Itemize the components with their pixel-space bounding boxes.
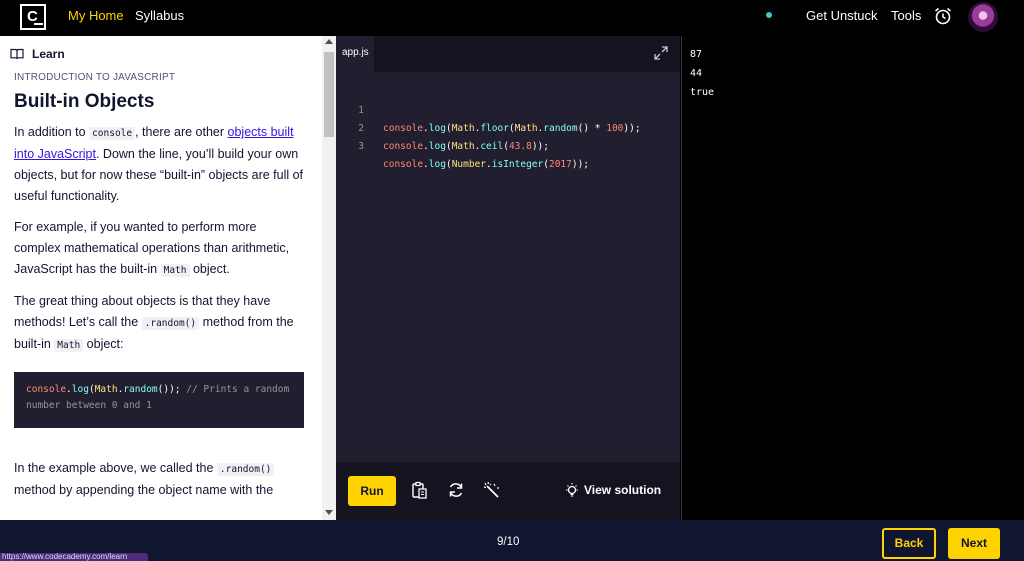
learn-scrollbar[interactable] bbox=[322, 36, 336, 520]
nav-my-home[interactable]: My Home bbox=[68, 8, 124, 24]
book-icon bbox=[10, 48, 24, 60]
lesson-content: Introduction to JavaScript Built-in Obje… bbox=[14, 72, 306, 501]
text: In addition to bbox=[14, 125, 90, 139]
line-code: console.log(Number.isInteger(2017)); bbox=[383, 159, 590, 170]
code-editor-panel: app.js 1 console.log(Math.floor(Math.ran… bbox=[336, 36, 680, 520]
learn-panel: Learn Introduction to JavaScript Built-i… bbox=[0, 36, 336, 520]
code-token: Math bbox=[94, 384, 118, 395]
output-panel: 87 44 true bbox=[681, 36, 1024, 520]
inline-code: Math bbox=[54, 339, 84, 352]
codecademy-logo[interactable]: C bbox=[20, 4, 46, 30]
text: object. bbox=[189, 262, 230, 276]
run-button[interactable]: Run bbox=[348, 476, 396, 506]
text: In the example above, we called the bbox=[14, 461, 217, 475]
progress-indicator[interactable]: 9/10 bbox=[497, 536, 519, 548]
scroll-thumb[interactable] bbox=[324, 52, 334, 137]
lesson-title: Built-in Objects bbox=[14, 91, 155, 112]
status-bar-url: https://www.codecademy.com/learn bbox=[0, 553, 148, 561]
inline-code: Math bbox=[160, 264, 190, 277]
lesson-eyebrow: Introduction to JavaScript bbox=[14, 72, 176, 83]
back-button[interactable]: Back bbox=[882, 528, 936, 559]
editor-tab-bar: app.js bbox=[336, 36, 680, 72]
nav-tools[interactable]: Tools bbox=[891, 8, 921, 24]
paragraph-math: For example, if you wanted to perform mo… bbox=[14, 217, 306, 281]
scroll-down-arrow-icon[interactable] bbox=[325, 510, 333, 515]
line-number: 3 bbox=[358, 141, 364, 152]
next-button[interactable]: Next bbox=[948, 528, 1000, 559]
learn-title: Learn bbox=[32, 47, 65, 61]
code-area[interactable]: 1 console.log(Math.floor(Math.random() *… bbox=[336, 84, 680, 170]
paragraph-methods: The great thing about objects is that th… bbox=[14, 291, 306, 356]
paragraph-intro: In addition to console, there are other … bbox=[14, 122, 306, 207]
lightbulb-icon bbox=[566, 483, 578, 497]
output-line: 44 bbox=[690, 68, 703, 79]
text: method by appending the object name with… bbox=[14, 483, 274, 497]
inline-code: console bbox=[89, 127, 136, 140]
output-line: true bbox=[690, 87, 715, 98]
inline-code: .random() bbox=[141, 317, 200, 330]
view-solution-button[interactable]: View solution bbox=[564, 482, 661, 498]
inline-code: .random() bbox=[216, 463, 275, 476]
bottom-bar: 9/10 Back Next bbox=[0, 520, 1024, 561]
user-avatar[interactable] bbox=[968, 2, 998, 32]
example-code-block: console.log(Math.random()); // Prints a … bbox=[14, 372, 304, 428]
text: For example, if you wanted to perform mo… bbox=[14, 220, 290, 276]
alarm-clock-icon[interactable] bbox=[933, 6, 953, 26]
code-line: 1 console.log(Math.floor(Math.random() *… bbox=[336, 84, 680, 134]
view-solution-label: View solution bbox=[584, 483, 662, 497]
text: object: bbox=[83, 337, 124, 351]
output-line: 87 bbox=[690, 49, 703, 60]
code-token: ()); bbox=[157, 384, 187, 395]
paragraph-explanation: In the example above, we called the .ran… bbox=[14, 458, 306, 501]
logo-cursor bbox=[34, 23, 43, 25]
code-line: 3 console.log(Number.isInteger(2017)); bbox=[336, 120, 680, 170]
tab-app-js[interactable]: app.js bbox=[336, 36, 374, 72]
nav-syllabus[interactable]: Syllabus bbox=[135, 8, 184, 24]
line-code: console.log(Math.ceil(43.8)); bbox=[383, 141, 549, 152]
learn-header: Learn bbox=[0, 36, 322, 72]
text: , there are other bbox=[135, 125, 228, 139]
scroll-up-arrow-icon[interactable] bbox=[325, 39, 333, 44]
nav-get-unstuck[interactable]: Get Unstuck bbox=[806, 8, 878, 24]
top-nav: C My Home Syllabus Get Unstuck Tools bbox=[0, 0, 1024, 36]
code-token: random bbox=[123, 384, 158, 395]
status-dot bbox=[766, 12, 772, 18]
code-token: log bbox=[71, 384, 89, 395]
code-line: 2 console.log(Math.ceil(43.8)); bbox=[336, 102, 680, 152]
expand-icon[interactable] bbox=[654, 46, 668, 60]
magic-wand-icon[interactable] bbox=[482, 480, 502, 500]
clipboard-icon[interactable] bbox=[409, 480, 429, 500]
editor-toolbar: Run View solution bbox=[336, 462, 680, 520]
reset-icon[interactable] bbox=[446, 480, 466, 500]
code-token: console bbox=[26, 384, 67, 395]
